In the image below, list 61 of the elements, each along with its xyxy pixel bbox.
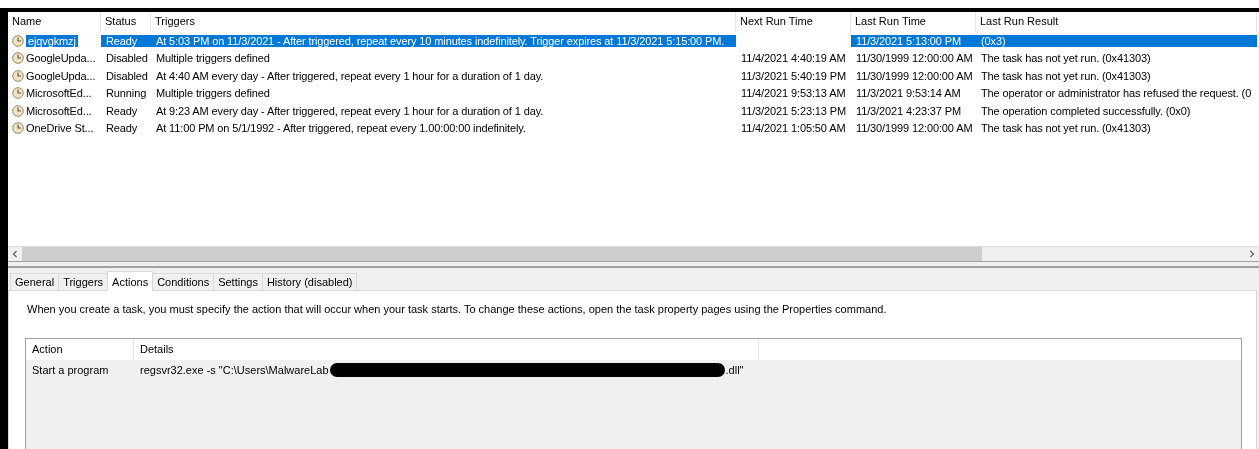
column-header[interactable]: Details <box>134 339 759 360</box>
clock-icon <box>12 104 24 117</box>
clock-icon <box>12 87 24 100</box>
table-cell: 11/4/2021 1:05:50 AM <box>741 122 846 135</box>
table-cell: (0x3) <box>981 34 1006 47</box>
clock-icon <box>12 122 24 135</box>
table-cell: 11/3/2021 9:53:14 AM <box>856 87 961 100</box>
column-header[interactable]: Triggers <box>151 12 736 32</box>
tab[interactable]: History (disabled) <box>261 273 358 290</box>
table-cell: At 9:23 AM every day - After triggered, repeat every 1 hour for a duration of 1 day. <box>156 104 544 117</box>
table-cell: At 11:00 PM on 5/1/1992 - After triggered, repeat every 1.00:00:00 indefinitely. <box>156 122 526 135</box>
column-header[interactable]: Last Run Result <box>976 12 1257 32</box>
table-cell: Running <box>106 87 147 100</box>
table-cell: 11/3/2021 5:23:13 PM <box>741 104 847 117</box>
table-cell: 11/4/2021 9:53:13 AM <box>741 87 846 100</box>
column-header[interactable]: Status <box>101 12 151 32</box>
table-cell: 11/3/2021 5:40:19 PM <box>741 69 847 82</box>
table-cell: Start a program <box>32 364 109 376</box>
clock-icon <box>12 34 24 47</box>
table-cell: regsvr32.exe -s "C:\Users\MalwareLab <box>140 364 329 376</box>
column-header[interactable]: Next Run Time <box>736 12 851 32</box>
table-cell: 11/4/2021 4:40:19 AM <box>741 52 846 65</box>
table-cell: The task has not yet run. (0x41303) <box>981 69 1151 82</box>
table-cell: Multiple triggers defined <box>156 52 270 65</box>
table-cell: .dll" <box>725 364 744 376</box>
task-name[interactable]: GoogleUpda... <box>26 69 96 82</box>
task-name[interactable]: MicrosoftEd... <box>26 87 92 100</box>
table-cell: Ready <box>106 34 138 47</box>
table-cell: The operator or administrator has refused the request. (0 <box>981 87 1252 100</box>
clock-icon <box>12 69 24 82</box>
scroll-left-icon[interactable] <box>11 250 19 258</box>
tab[interactable]: Triggers <box>58 273 109 290</box>
column-header[interactable]: Last Run Time <box>851 12 976 32</box>
table-cell: 11/30/1999 12:00:00 AM <box>856 52 973 65</box>
table-cell: 11/3/2021 4:23:37 PM <box>856 104 962 117</box>
clock-icon <box>12 52 24 65</box>
description-text: When you create a task, you must specify the action that will occur when your task starts. To change these actions, open the task property pages using the Properties command. <box>27 303 888 315</box>
tab[interactable]: Settings <box>213 273 263 290</box>
table-cell: 11/30/1999 12:00:00 AM <box>856 122 973 135</box>
task-name[interactable]: GoogleUpda... <box>26 52 96 65</box>
column-header[interactable]: Action <box>26 339 134 360</box>
horizontal-scrollbar[interactable] <box>8 246 1259 262</box>
table-cell: The operation completed successfully. (0x0) <box>981 104 1191 117</box>
tab[interactable]: General <box>10 273 60 290</box>
table-cell: 11/3/2021 5:13:00 PM <box>856 34 962 47</box>
scroll-right-icon[interactable] <box>1248 250 1256 258</box>
task-name[interactable]: OneDrive St... <box>26 122 94 135</box>
table-cell: Disabled <box>106 52 148 65</box>
table-cell: The task has not yet run. (0x41303) <box>981 122 1151 135</box>
table-cell: The task has not yet run. (0x41303) <box>981 52 1151 65</box>
table-cell: At 5:03 PM on 11/3/2021 - After triggered, repeat every 10 minutes indefinitely. Trigger expires at 11/3/2021 5:15:00 PM. <box>156 34 725 47</box>
column-header[interactable]: Name <box>8 12 101 32</box>
table-cell: Disabled <box>106 69 148 82</box>
task-name[interactable]: MicrosoftEd... <box>26 104 92 117</box>
table-cell: At 4:40 AM every day - After triggered, repeat every 1 hour for a duration of 1 day. <box>156 69 544 82</box>
tab[interactable]: Actions <box>107 271 154 291</box>
task-name[interactable]: ejqvgkmzj <box>26 34 78 47</box>
table-cell: Ready <box>106 122 138 135</box>
table-cell: Multiple triggers defined <box>156 87 270 100</box>
table-cell: 11/30/1999 12:00:00 AM <box>856 69 973 82</box>
table-cell: Ready <box>106 104 138 117</box>
